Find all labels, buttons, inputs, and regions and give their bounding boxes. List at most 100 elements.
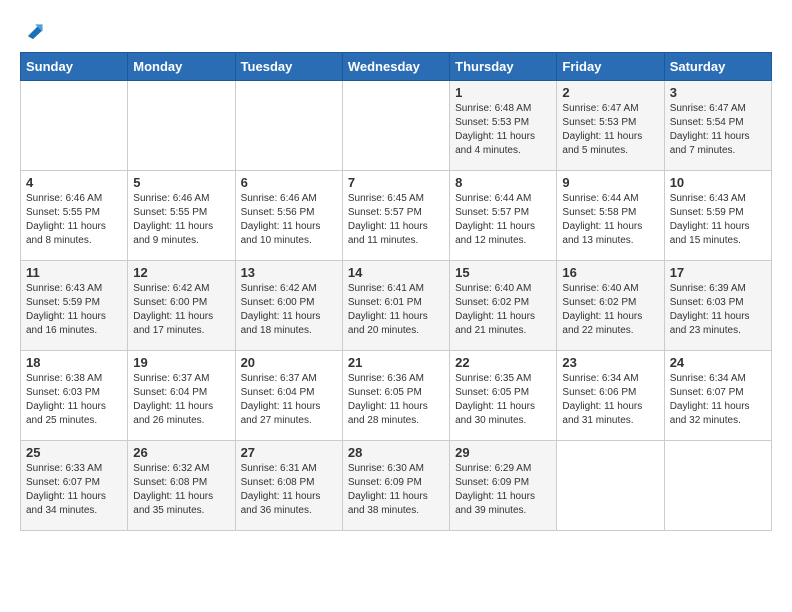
day-info: Sunrise: 6:44 AM Sunset: 5:57 PM Dayligh… (455, 192, 551, 248)
day-number: 23 (562, 355, 658, 370)
day-info: Sunrise: 6:30 AM Sunset: 6:09 PM Dayligh… (348, 462, 444, 518)
day-number: 18 (26, 355, 122, 370)
day-info: Sunrise: 6:36 AM Sunset: 6:05 PM Dayligh… (348, 372, 444, 428)
day-number: 4 (26, 175, 122, 190)
day-info: Sunrise: 6:46 AM Sunset: 5:56 PM Dayligh… (241, 192, 337, 248)
day-number: 27 (241, 445, 337, 460)
day-info: Sunrise: 6:43 AM Sunset: 5:59 PM Dayligh… (26, 282, 122, 338)
day-number: 6 (241, 175, 337, 190)
calendar-cell: 9 Sunrise: 6:44 AM Sunset: 5:58 PM Daylig… (557, 171, 664, 261)
day-number: 1 (455, 85, 551, 100)
calendar-cell: 7 Sunrise: 6:45 AM Sunset: 5:57 PM Daylig… (342, 171, 449, 261)
day-header-monday: Monday (128, 53, 235, 81)
calendar-table: SundayMondayTuesdayWednesdayThursdayFrid… (20, 52, 772, 531)
calendar-cell: 24 Sunrise: 6:34 AM Sunset: 6:07 PM Dayli… (664, 351, 771, 441)
calendar-cell (21, 81, 128, 171)
day-number: 11 (26, 265, 122, 280)
logo-icon (22, 20, 44, 42)
week-row-4: 18 Sunrise: 6:38 AM Sunset: 6:03 PM Dayli… (21, 351, 772, 441)
day-number: 13 (241, 265, 337, 280)
day-number: 9 (562, 175, 658, 190)
day-number: 29 (455, 445, 551, 460)
day-info: Sunrise: 6:45 AM Sunset: 5:57 PM Dayligh… (348, 192, 444, 248)
day-info: Sunrise: 6:47 AM Sunset: 5:54 PM Dayligh… (670, 102, 766, 158)
calendar-cell: 28 Sunrise: 6:30 AM Sunset: 6:09 PM Dayli… (342, 441, 449, 531)
page-header (20, 20, 772, 42)
day-number: 24 (670, 355, 766, 370)
calendar-cell (235, 81, 342, 171)
calendar-cell: 12 Sunrise: 6:42 AM Sunset: 6:00 PM Dayli… (128, 261, 235, 351)
day-number: 17 (670, 265, 766, 280)
calendar-cell: 10Sunrise: 6:43 AM Sunset: 5:59 PM Dayli… (664, 171, 771, 261)
day-info: Sunrise: 6:48 AM Sunset: 5:53 PM Dayligh… (455, 102, 551, 158)
calendar-cell: 13 Sunrise: 6:42 AM Sunset: 6:00 PM Dayli… (235, 261, 342, 351)
day-number: 8 (455, 175, 551, 190)
calendar-cell: 20 Sunrise: 6:37 AM Sunset: 6:04 PM Dayli… (235, 351, 342, 441)
day-number: 7 (348, 175, 444, 190)
day-info: Sunrise: 6:35 AM Sunset: 6:05 PM Dayligh… (455, 372, 551, 428)
calendar-cell: 19Sunrise: 6:37 AM Sunset: 6:04 PM Dayli… (128, 351, 235, 441)
day-header-thursday: Thursday (450, 53, 557, 81)
day-info: Sunrise: 6:46 AM Sunset: 5:55 PM Dayligh… (133, 192, 229, 248)
day-number: 21 (348, 355, 444, 370)
day-info: Sunrise: 6:46 AM Sunset: 5:55 PM Dayligh… (26, 192, 122, 248)
day-number: 3 (670, 85, 766, 100)
calendar-cell: 11 Sunrise: 6:43 AM Sunset: 5:59 PM Dayli… (21, 261, 128, 351)
calendar-cell: 15 Sunrise: 6:40 AM Sunset: 6:02 PM Dayli… (450, 261, 557, 351)
header-row: SundayMondayTuesdayWednesdayThursdayFrid… (21, 53, 772, 81)
calendar-cell: 25 Sunrise: 6:33 AM Sunset: 6:07 PM Dayli… (21, 441, 128, 531)
day-info: Sunrise: 6:40 AM Sunset: 6:02 PM Dayligh… (455, 282, 551, 338)
day-number: 20 (241, 355, 337, 370)
calendar-cell: 1 Sunrise: 6:48 AM Sunset: 5:53 PM Daylig… (450, 81, 557, 171)
week-row-1: 1 Sunrise: 6:48 AM Sunset: 5:53 PM Daylig… (21, 81, 772, 171)
day-info: Sunrise: 6:38 AM Sunset: 6:03 PM Dayligh… (26, 372, 122, 428)
day-number: 12 (133, 265, 229, 280)
day-header-friday: Friday (557, 53, 664, 81)
calendar-cell: 29Sunrise: 6:29 AM Sunset: 6:09 PM Dayli… (450, 441, 557, 531)
week-row-2: 4 Sunrise: 6:46 AM Sunset: 5:55 PM Daylig… (21, 171, 772, 261)
calendar-cell: 22 Sunrise: 6:35 AM Sunset: 6:05 PM Dayli… (450, 351, 557, 441)
day-info: Sunrise: 6:33 AM Sunset: 6:07 PM Dayligh… (26, 462, 122, 518)
calendar-cell (557, 441, 664, 531)
day-header-wednesday: Wednesday (342, 53, 449, 81)
day-number: 28 (348, 445, 444, 460)
calendar-cell: 8 Sunrise: 6:44 AM Sunset: 5:57 PM Daylig… (450, 171, 557, 261)
week-row-5: 25 Sunrise: 6:33 AM Sunset: 6:07 PM Dayli… (21, 441, 772, 531)
calendar-cell: 14 Sunrise: 6:41 AM Sunset: 6:01 PM Dayli… (342, 261, 449, 351)
day-number: 10 (670, 175, 766, 190)
day-number: 25 (26, 445, 122, 460)
calendar-cell: 26Sunrise: 6:32 AM Sunset: 6:08 PM Dayli… (128, 441, 235, 531)
day-number: 15 (455, 265, 551, 280)
calendar-cell (128, 81, 235, 171)
day-header-tuesday: Tuesday (235, 53, 342, 81)
day-number: 16 (562, 265, 658, 280)
week-row-3: 11 Sunrise: 6:43 AM Sunset: 5:59 PM Dayli… (21, 261, 772, 351)
calendar-cell (342, 81, 449, 171)
day-header-sunday: Sunday (21, 53, 128, 81)
day-number: 14 (348, 265, 444, 280)
calendar-cell: 17 Sunrise: 6:39 AM Sunset: 6:03 PM Dayli… (664, 261, 771, 351)
day-info: Sunrise: 6:34 AM Sunset: 6:07 PM Dayligh… (670, 372, 766, 428)
day-info: Sunrise: 6:42 AM Sunset: 6:00 PM Dayligh… (133, 282, 229, 338)
calendar-cell: 5 Sunrise: 6:46 AM Sunset: 5:55 PM Daylig… (128, 171, 235, 261)
calendar-cell: 3 Sunrise: 6:47 AM Sunset: 5:54 PM Daylig… (664, 81, 771, 171)
day-number: 5 (133, 175, 229, 190)
calendar-cell: 6 Sunrise: 6:46 AM Sunset: 5:56 PM Daylig… (235, 171, 342, 261)
day-info: Sunrise: 6:42 AM Sunset: 6:00 PM Dayligh… (241, 282, 337, 338)
day-info: Sunrise: 6:47 AM Sunset: 5:53 PM Dayligh… (562, 102, 658, 158)
logo (20, 20, 44, 42)
calendar-cell: 2 Sunrise: 6:47 AM Sunset: 5:53 PM Daylig… (557, 81, 664, 171)
day-info: Sunrise: 6:41 AM Sunset: 6:01 PM Dayligh… (348, 282, 444, 338)
day-number: 2 (562, 85, 658, 100)
calendar-cell: 27 Sunrise: 6:31 AM Sunset: 6:08 PM Dayli… (235, 441, 342, 531)
day-number: 19 (133, 355, 229, 370)
day-info: Sunrise: 6:39 AM Sunset: 6:03 PM Dayligh… (670, 282, 766, 338)
calendar-cell (664, 441, 771, 531)
calendar-cell: 23Sunrise: 6:34 AM Sunset: 6:06 PM Dayli… (557, 351, 664, 441)
day-info: Sunrise: 6:44 AM Sunset: 5:58 PM Dayligh… (562, 192, 658, 248)
day-info: Sunrise: 6:37 AM Sunset: 6:04 PM Dayligh… (241, 372, 337, 428)
day-number: 22 (455, 355, 551, 370)
calendar-cell: 16Sunrise: 6:40 AM Sunset: 6:02 PM Dayli… (557, 261, 664, 351)
day-info: Sunrise: 6:31 AM Sunset: 6:08 PM Dayligh… (241, 462, 337, 518)
day-info: Sunrise: 6:32 AM Sunset: 6:08 PM Dayligh… (133, 462, 229, 518)
